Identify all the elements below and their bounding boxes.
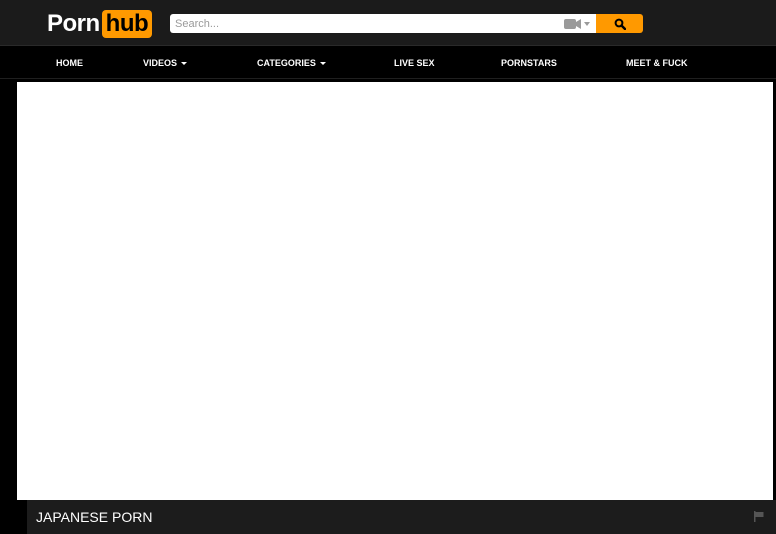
search-input[interactable] xyxy=(170,14,560,33)
nav-item-pornstars[interactable]: PORNSTARS xyxy=(501,47,557,78)
video-filter-dropdown[interactable] xyxy=(564,17,592,30)
chevron-down-icon xyxy=(584,21,590,26)
nav-item-home[interactable]: HOME xyxy=(56,47,83,78)
search-button[interactable] xyxy=(596,14,643,33)
nav-item-live-sex[interactable]: LIVE SEX xyxy=(394,47,435,78)
nav-item-videos[interactable]: VIDEOS xyxy=(143,47,188,78)
nav-item-label: CATEGORIES xyxy=(257,57,316,68)
nav-item-categories[interactable]: CATEGORIES xyxy=(257,47,326,78)
nav-item-label: VIDEOS xyxy=(143,57,178,68)
caret-down-icon xyxy=(319,61,326,65)
video-title: JAPANESE PORN xyxy=(36,509,153,525)
video-title-bar: JAPANESE PORN xyxy=(27,500,776,534)
nav-item-label: HOME xyxy=(56,57,83,68)
nav-item-label: PORNSTARS xyxy=(501,57,557,68)
site-header: Porn hub xyxy=(0,0,776,46)
video-camera-icon xyxy=(564,18,581,29)
logo-text-hub: hub xyxy=(101,10,153,38)
page: Porn hub HOME xyxy=(0,0,776,534)
logo-text-porn: Porn xyxy=(47,10,100,37)
flag-icon[interactable] xyxy=(754,511,764,522)
caret-down-icon xyxy=(181,61,188,65)
magnifier-icon xyxy=(614,18,626,30)
nav-item-meet-and-fuck[interactable]: MEET & FUCK xyxy=(626,47,688,78)
nav-item-label: MEET & FUCK xyxy=(626,57,688,68)
search-box xyxy=(170,14,596,33)
video-player[interactable] xyxy=(17,82,773,500)
nav-item-label: LIVE SEX xyxy=(394,57,435,68)
main-nav: HOME VIDEOS CATEGORIES LIVE SEX PORNSTAR… xyxy=(0,47,776,79)
site-logo[interactable]: Porn hub xyxy=(47,9,153,39)
